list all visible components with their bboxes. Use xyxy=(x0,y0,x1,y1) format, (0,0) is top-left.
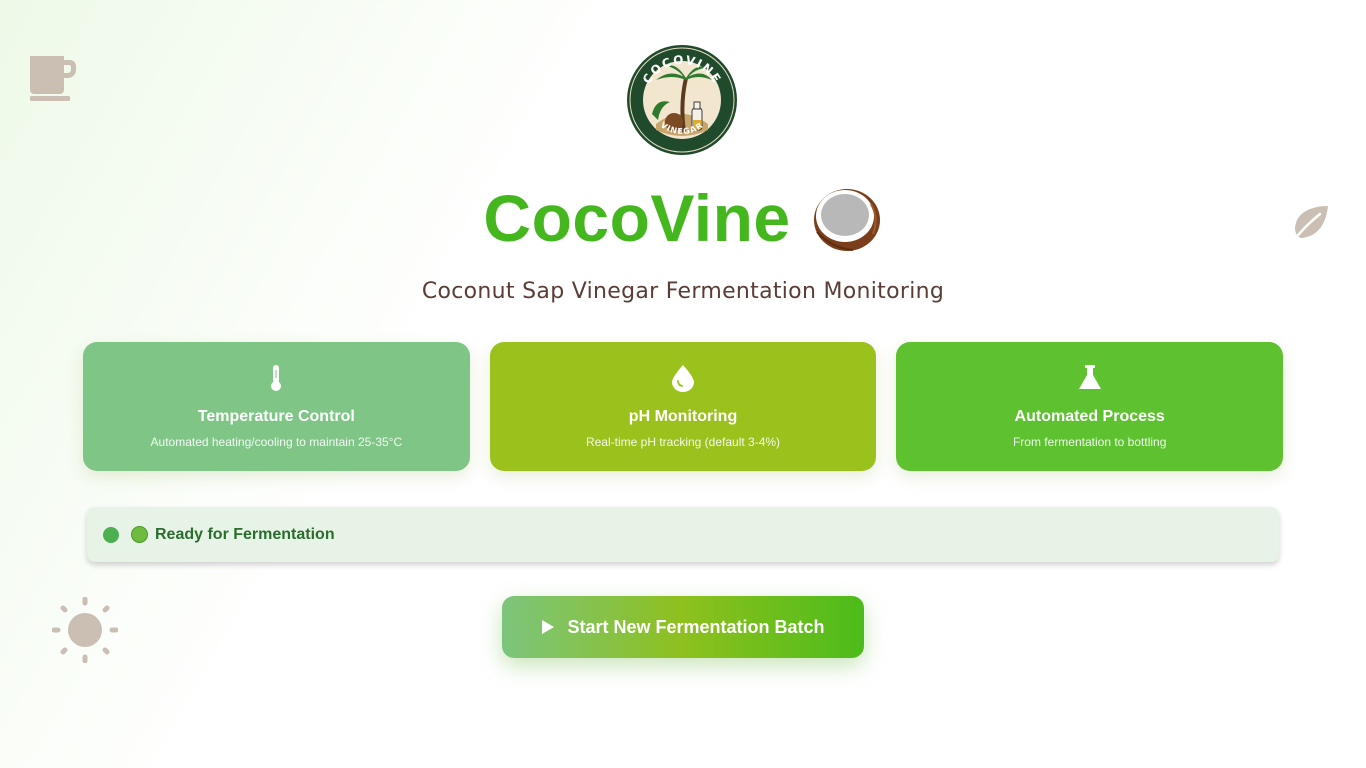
feature-desc: Automated heating/cooling to maintain 25… xyxy=(150,435,403,449)
status-bar: Ready for Fermentation xyxy=(87,507,1279,562)
feature-card-ph: pH Monitoring Real-time pH tracking (def… xyxy=(489,342,877,471)
status-text: Ready for Fermentation xyxy=(155,525,335,543)
sun-icon xyxy=(52,597,118,663)
start-button-label: Start New Fermentation Batch xyxy=(567,616,825,637)
green-circle-icon xyxy=(131,526,148,543)
app-subtitle: Coconut Sap Vinegar Fermentation Monitor… xyxy=(421,279,945,304)
feature-card-temperature: Temperature Control Automated heating/co… xyxy=(83,342,470,471)
app-title: CocoVine xyxy=(483,181,791,255)
title-row: CocoVine xyxy=(0,180,1366,256)
feature-title: pH Monitoring xyxy=(628,408,738,425)
feature-card-automation: Automated Process From fermentation to b… xyxy=(896,342,1284,471)
feature-cards: Temperature Control Automated heating/co… xyxy=(83,342,1284,471)
feature-title: Automated Process xyxy=(1014,408,1165,425)
coconut-icon xyxy=(813,189,880,251)
start-fermentation-button[interactable]: Start New Fermentation Batch xyxy=(502,596,864,658)
feature-desc: Real-time pH tracking (default 3-4%) xyxy=(585,435,781,449)
feature-desc: From fermentation to bottling xyxy=(1012,435,1167,449)
feature-title: Temperature Control xyxy=(197,408,355,425)
cocovine-logo: COCOVINE VINEGAR xyxy=(627,45,737,155)
flask-icon xyxy=(1078,365,1101,389)
droplet-icon xyxy=(672,365,694,392)
play-icon xyxy=(542,620,555,634)
status-indicator xyxy=(103,526,119,543)
coffee-cup-icon xyxy=(30,56,76,101)
thermometer-icon xyxy=(271,365,282,391)
